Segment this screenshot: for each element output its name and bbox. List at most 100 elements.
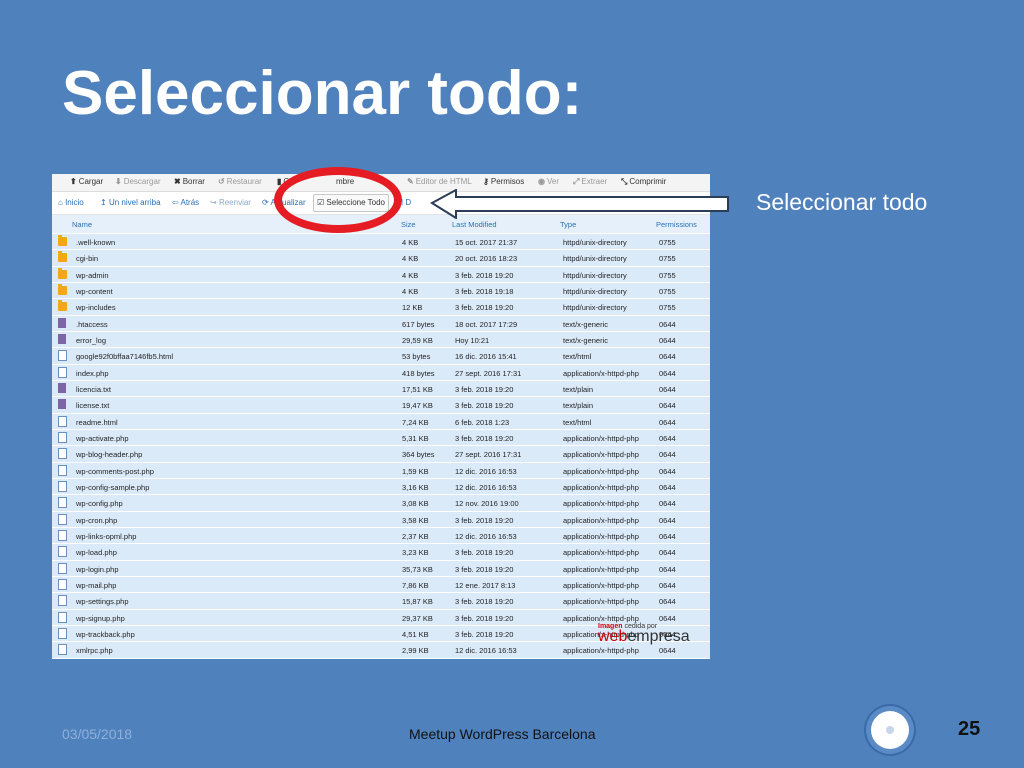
- table-row[interactable]: error_log 29,59 KB Hoy 10:21 text/x-generic…: [52, 331, 710, 349]
- cell-perm: 0755: [659, 238, 676, 247]
- upload-button[interactable]: ⬆ Cargar: [70, 177, 103, 186]
- cell-size: 7,24 KB: [402, 417, 429, 427]
- cell-type: text/x-generic: [563, 335, 609, 345]
- highlight-ellipse: [274, 167, 402, 233]
- col-size[interactable]: Size: [401, 220, 416, 229]
- cell-modified: 3 feb. 2018 19:20: [455, 629, 514, 639]
- upload-icon: ⬆: [70, 177, 77, 186]
- cell-perm: 0644: [659, 417, 676, 427]
- table-row[interactable]: licencia.txt 17,51 KB 3 feb. 2018 19:20 tex…: [52, 380, 710, 398]
- table-row[interactable]: wp-links-opml.php 2,37 KB 12 dic. 2016 16:…: [52, 527, 710, 545]
- cell-size: 3,58 KB: [402, 515, 429, 525]
- slide-nav-button[interactable]: [866, 706, 914, 754]
- table-row[interactable]: wp-login.php 35,73 KB 3 feb. 2018 19:20 app…: [52, 560, 710, 577]
- forward-icon: ↪: [210, 198, 217, 207]
- cell-name: google92f0bffaa7146fb5.html: [76, 352, 174, 362]
- col-type[interactable]: Type: [560, 220, 576, 229]
- cell-type: text/html: [563, 417, 592, 427]
- table-row[interactable]: wp-config-sample.php 3,16 KB 12 dic. 2016 …: [52, 478, 710, 496]
- extract-icon: ⤢: [573, 177, 580, 186]
- col-permissions[interactable]: Permissions: [656, 220, 697, 229]
- cell-type: application/x-httpd-php: [563, 564, 639, 574]
- home-button[interactable]: ⌂ Inicio: [58, 198, 84, 207]
- cell-perm: 0644: [659, 499, 676, 509]
- forward-button[interactable]: ↪ Reenviar: [210, 198, 251, 207]
- cell-modified: 27 sept. 2016 17:31: [455, 450, 522, 460]
- table-row[interactable]: wp-includes 12 KB 3 feb. 2018 19:20 httpd/u…: [52, 299, 710, 316]
- cell-modified: 3 feb. 2018 19:20: [455, 564, 514, 574]
- table-row[interactable]: wp-mail.php 7,86 KB 12 ene. 2017 8:13 appli…: [52, 576, 710, 594]
- table-row[interactable]: wp-load.php 3,23 KB 3 feb. 2018 19:20 appli…: [52, 544, 710, 561]
- html-editor-button[interactable]: ✎ Editor de HTML: [407, 177, 472, 186]
- code-file-icon: [58, 644, 67, 656]
- col-modified[interactable]: Last Modified: [452, 220, 497, 229]
- delete-button[interactable]: ✖ Borrar: [174, 177, 205, 186]
- table-row[interactable]: wp-activate.php 5,31 KB 3 feb. 2018 19:20 a…: [52, 429, 710, 447]
- cell-perm: 0755: [659, 286, 676, 296]
- cell-type: application/x-httpd-php: [563, 433, 639, 443]
- table-row[interactable]: .well-known 4 KB 15 oct. 2017 21:37 httpd/u…: [52, 234, 710, 251]
- cell-size: 4 KB: [402, 270, 419, 280]
- code-file-icon: [58, 595, 67, 607]
- code-file-icon: [58, 464, 67, 476]
- cell-name: wp-mail.php: [76, 580, 117, 590]
- refresh-icon: ⟳: [262, 198, 269, 207]
- cell-perm: 0644: [659, 613, 676, 623]
- extract-button[interactable]: ⤢ Extraer: [573, 177, 607, 187]
- code-file-icon: [58, 513, 67, 525]
- cell-modified: 12 dic. 2016 16:53: [455, 466, 517, 476]
- table-row[interactable]: wp-config.php 3,08 KB 12 nov. 2016 19:00 ap…: [52, 495, 710, 512]
- cell-size: 53 bytes: [402, 352, 431, 362]
- view-button[interactable]: ◉ Ver: [538, 177, 559, 186]
- back-button[interactable]: ⇦ Atrás: [172, 198, 199, 207]
- table-row[interactable]: index.php 418 bytes 27 sept. 2016 17:31 app…: [52, 364, 710, 381]
- up-level-button[interactable]: ↥ Un nivel arriba: [100, 198, 161, 207]
- compress-button[interactable]: ⤡ Comprimir: [621, 177, 666, 187]
- text-file-icon: [58, 399, 66, 410]
- cell-perm: 0644: [659, 531, 676, 541]
- table-row[interactable]: google92f0bffaa7146fb5.html 53 bytes 16 di…: [52, 348, 710, 365]
- restore-button[interactable]: ↺ Restaurar: [218, 177, 262, 186]
- cell-type: application/x-httpd-php: [563, 597, 639, 607]
- table-row[interactable]: wp-blog-header.php 364 bytes 27 sept. 2016…: [52, 446, 710, 463]
- cell-name: wp-signup.php: [76, 613, 125, 623]
- cell-modified: 12 nov. 2016 19:00: [455, 499, 519, 509]
- cell-type: application/x-httpd-php: [563, 531, 639, 541]
- table-row[interactable]: cgi-bin 4 KB 20 oct. 2016 18:23 httpd/unix-…: [52, 250, 710, 267]
- cell-type: httpd/unix-directory: [563, 254, 627, 264]
- table-row[interactable]: wp-settings.php 15,87 KB 3 feb. 2018 19:20…: [52, 593, 710, 610]
- code-file-icon: [58, 611, 67, 623]
- cell-name: license.txt: [76, 401, 110, 411]
- file-list: .well-known 4 KB 15 oct. 2017 21:37 httpd/u…: [52, 234, 710, 659]
- cell-name: wp-blog-header.php: [76, 450, 143, 460]
- cell-name: readme.html: [76, 417, 118, 427]
- cell-name: error_log: [76, 335, 107, 345]
- table-row[interactable]: .htaccess 617 bytes 18 oct. 2017 17:29 text…: [52, 315, 710, 332]
- code-file-icon: [58, 415, 67, 427]
- up-level-icon: ↥: [100, 198, 107, 207]
- table-row[interactable]: readme.html 7,24 KB 6 feb. 2018 1:23 text/h…: [52, 413, 710, 430]
- cell-name: wp-includes: [76, 303, 116, 313]
- download-button[interactable]: ⬇ Descargar: [115, 177, 161, 186]
- cell-type: application/x-httpd-php: [563, 548, 639, 558]
- restore-icon: ↺: [218, 177, 225, 186]
- cell-size: 3,16 KB: [402, 482, 429, 492]
- permissions-button[interactable]: ⚷ Permisos: [483, 177, 524, 186]
- col-name[interactable]: Name: [72, 220, 92, 229]
- cell-perm: 0644: [659, 580, 676, 590]
- table-row[interactable]: wp-admin 4 KB 3 feb. 2018 19:20 httpd/unix-…: [52, 266, 710, 283]
- table-row[interactable]: wp-cron.php 3,58 KB 3 feb. 2018 19:20 appli…: [52, 511, 710, 528]
- cell-type: text/plain: [563, 384, 594, 394]
- table-row[interactable]: wp-content 4 KB 3 feb. 2018 19:18 httpd/uni…: [52, 282, 710, 300]
- cell-modified: 12 dic. 2016 16:53: [455, 531, 517, 541]
- code-file-icon: [58, 562, 67, 574]
- cell-perm: 0644: [659, 319, 676, 329]
- table-row[interactable]: license.txt 19,47 KB 3 feb. 2018 19:20 text…: [52, 397, 710, 414]
- cell-modified: 3 feb. 2018 19:20: [455, 515, 514, 525]
- cell-perm: 0644: [659, 597, 676, 607]
- cell-perm: 0755: [659, 303, 676, 313]
- slide-date: 03/05/2018: [62, 726, 133, 742]
- cell-type: text/plain: [563, 401, 594, 411]
- webempresa-logo: Imagen cedida por webempresa: [598, 623, 690, 645]
- table-row[interactable]: wp-comments-post.php 1,59 KB 12 dic. 2016 …: [52, 462, 710, 479]
